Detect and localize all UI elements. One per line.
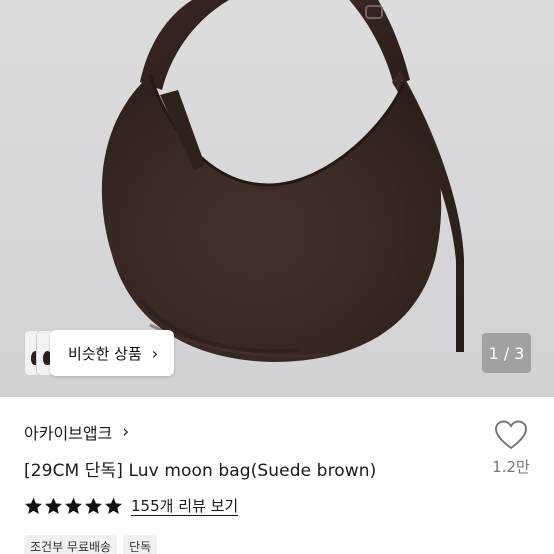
chevron-right-icon: › bbox=[122, 422, 130, 442]
heart-outline-icon bbox=[494, 420, 528, 450]
like-button[interactable]: 1.2만 bbox=[486, 420, 536, 490]
product-title: [29CM 단독] Luv moon bag(Suede brown) bbox=[24, 461, 377, 481]
brand-link[interactable]: 아카이브앱크 › bbox=[24, 420, 129, 444]
product-image-gallery[interactable]: 비슷한 상품 › 1 / 3 bbox=[0, 0, 554, 397]
product-tags: 조건부 무료배송 단독 bbox=[24, 535, 158, 554]
similar-products-label: 비슷한 상품 bbox=[68, 344, 142, 363]
star-icon bbox=[24, 497, 43, 515]
product-tag: 단독 bbox=[123, 535, 158, 554]
rating-stars bbox=[24, 497, 123, 515]
product-tag: 조건부 무료배송 bbox=[24, 535, 118, 554]
star-icon bbox=[44, 497, 63, 515]
star-icon bbox=[64, 497, 83, 515]
review-link[interactable]: 155개 리뷰 보기 bbox=[131, 495, 238, 516]
rating-row: 155개 리뷰 보기 bbox=[24, 495, 238, 516]
chevron-right-icon: › bbox=[151, 343, 159, 363]
similar-products-button[interactable]: 비슷한 상품 › bbox=[50, 330, 175, 376]
similar-products-widget[interactable]: 비슷한 상품 › bbox=[24, 330, 175, 376]
star-icon bbox=[84, 497, 103, 515]
brand-name: 아카이브앱크 bbox=[24, 424, 113, 443]
like-count: 1.2만 bbox=[492, 458, 530, 476]
image-counter: 1 / 3 bbox=[482, 333, 531, 373]
star-icon bbox=[104, 497, 123, 515]
